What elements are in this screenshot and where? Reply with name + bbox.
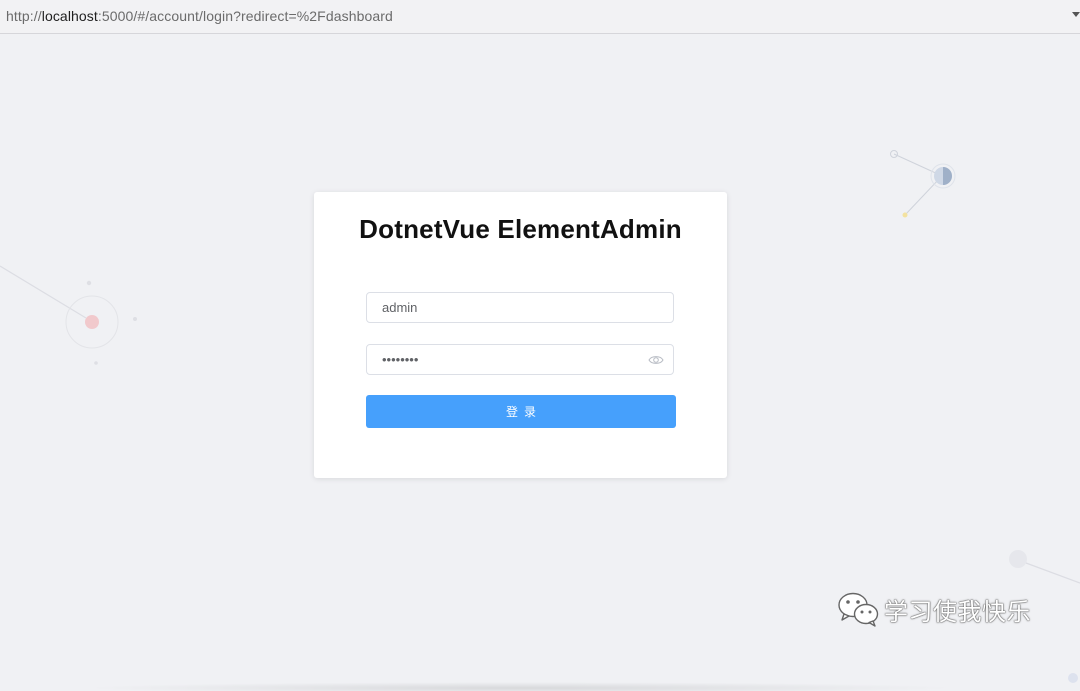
url-path: :5000/#/account/login?redirect=%2Fdashbo… bbox=[97, 8, 393, 24]
particle-dot bbox=[1009, 550, 1027, 568]
eye-icon[interactable] bbox=[648, 353, 664, 367]
login-card: DotnetVue ElementAdmin 登录 bbox=[314, 192, 727, 478]
password-field[interactable] bbox=[366, 344, 674, 375]
address-bar[interactable]: http://localhost:5000/#/account/login?re… bbox=[0, 0, 1080, 34]
watermark-text: 学习使我快乐 bbox=[884, 597, 1031, 626]
bottom-shadow bbox=[80, 682, 960, 691]
particle-dot bbox=[1068, 673, 1078, 683]
particle-line bbox=[904, 177, 941, 216]
url-prefix: http:// bbox=[6, 8, 42, 24]
particle-half bbox=[943, 167, 952, 185]
username-field[interactable] bbox=[366, 292, 674, 323]
particle-line bbox=[1025, 562, 1080, 584]
chevron-down-icon[interactable] bbox=[1072, 12, 1080, 17]
particle-dot bbox=[85, 315, 99, 329]
particle-line bbox=[0, 265, 87, 319]
login-button[interactable]: 登录 bbox=[366, 395, 676, 428]
particle-dot bbox=[133, 317, 137, 321]
particle-dot bbox=[902, 212, 908, 218]
login-title: DotnetVue ElementAdmin bbox=[359, 214, 682, 244]
url-host: localhost bbox=[41, 8, 98, 24]
url-text[interactable]: http://localhost:5000/#/account/login?re… bbox=[6, 8, 393, 24]
password-input[interactable] bbox=[367, 345, 673, 374]
username-input[interactable] bbox=[367, 293, 673, 322]
particle-dot bbox=[86, 280, 92, 286]
particle-line bbox=[893, 153, 941, 176]
wechat-icon bbox=[838, 592, 879, 627]
watermark: 学习使我快乐 bbox=[836, 589, 1031, 629]
particle-dot bbox=[94, 361, 98, 365]
